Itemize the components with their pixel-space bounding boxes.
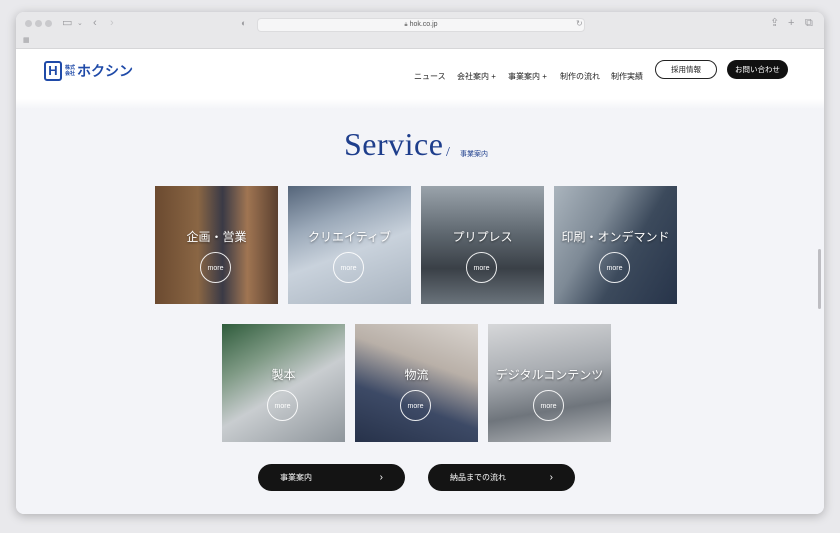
more-button[interactable]: more: [200, 252, 231, 283]
sidebar-icon[interactable]: ▭: [62, 17, 72, 29]
browser-window: ▭ ⌄ ‹ › ◐ 🔒︎ hok.co.jp ↻ ⇪ + ⧉ ▦ H 株式会社 …: [16, 12, 824, 514]
chevron-right-icon: ›: [379, 472, 383, 483]
more-button[interactable]: more: [267, 390, 298, 421]
chevron-down-icon[interactable]: ⌄: [77, 18, 83, 30]
button-label: 納品までの流れ: [450, 473, 506, 482]
tile-label: クリエイティブ: [307, 230, 392, 244]
reload-icon[interactable]: ↻: [576, 18, 583, 30]
browser-toolbar: ▭ ⌄ ‹ › ◐ 🔒︎ hok.co.jp ↻ ⇪ + ⧉ ▦: [16, 12, 824, 49]
back-icon[interactable]: ‹: [93, 17, 97, 29]
forward-icon[interactable]: ›: [110, 17, 114, 29]
service-tile-creative[interactable]: クリエイティブ more: [288, 186, 411, 304]
nav-production-flow[interactable]: 制作の流れ: [560, 71, 600, 82]
web-page: H 株式会社 ホクシン ニュース 会社案内 + 事業案内 + 制作の流れ 制作実…: [16, 49, 824, 514]
service-tile-logistics[interactable]: 物流 more: [355, 324, 478, 442]
tile-label: 企画・営業: [186, 230, 247, 244]
service-tile-printing[interactable]: 印刷・オンデマンド more: [554, 186, 677, 304]
service-tile-binding[interactable]: 製本 more: [222, 324, 345, 442]
section-title: Service: [344, 126, 444, 162]
title-divider: /: [446, 145, 450, 160]
tile-label: 物流: [404, 368, 429, 382]
nav-business[interactable]: 事業案内 +: [508, 71, 547, 82]
address-bar[interactable]: 🔒︎ hok.co.jp: [257, 18, 585, 32]
business-info-button[interactable]: 事業案内 ›: [258, 464, 405, 491]
button-label: 事業案内: [280, 473, 312, 482]
tab-overview-icon[interactable]: ⧉: [805, 17, 813, 29]
tile-label: 印刷・オンデマンド: [561, 230, 670, 244]
tile-label: 製本: [271, 368, 296, 382]
logo-company-type: 株式会社: [65, 65, 76, 77]
section-subtitle: 事業案内: [460, 151, 488, 158]
nav-news[interactable]: ニュース: [414, 71, 446, 82]
zoom-window-dot[interactable]: [45, 20, 52, 27]
more-button[interactable]: more: [466, 252, 497, 283]
service-tile-digital-content[interactable]: デジタルコンテンツ more: [488, 324, 611, 442]
nav-works[interactable]: 制作実績: [611, 71, 643, 82]
more-button[interactable]: more: [533, 390, 564, 421]
contact-button[interactable]: お問い合わせ: [727, 60, 788, 79]
service-tile-prepress[interactable]: プリプレス more: [421, 186, 544, 304]
nav-company[interactable]: 会社案内 +: [457, 71, 496, 82]
url-text: hok.co.jp: [409, 21, 438, 28]
more-button[interactable]: more: [333, 252, 364, 283]
privacy-shield-icon[interactable]: ◐: [241, 17, 246, 29]
more-button[interactable]: more: [400, 390, 431, 421]
service-tile-planning[interactable]: 企画・営業 more: [155, 186, 278, 304]
bookmarks-grid-icon[interactable]: ▦: [23, 35, 30, 47]
site-logo[interactable]: H 株式会社 ホクシン: [44, 60, 133, 82]
tile-label: デジタルコンテンツ: [495, 368, 604, 382]
minimize-window-dot[interactable]: [35, 20, 42, 27]
close-window-dot[interactable]: [25, 20, 32, 27]
lock-icon: 🔒︎: [404, 22, 408, 28]
more-button[interactable]: more: [599, 252, 630, 283]
logo-mark: H: [44, 61, 62, 81]
recruit-button[interactable]: 採用情報: [655, 60, 717, 79]
chevron-right-icon: ›: [549, 472, 553, 483]
scrollbar[interactable]: [818, 249, 821, 309]
share-icon[interactable]: ⇪: [770, 17, 779, 29]
delivery-flow-button[interactable]: 納品までの流れ ›: [428, 464, 575, 491]
logo-name: ホクシン: [77, 63, 133, 79]
new-tab-icon[interactable]: +: [788, 17, 794, 29]
tile-label: プリプレス: [452, 230, 513, 244]
